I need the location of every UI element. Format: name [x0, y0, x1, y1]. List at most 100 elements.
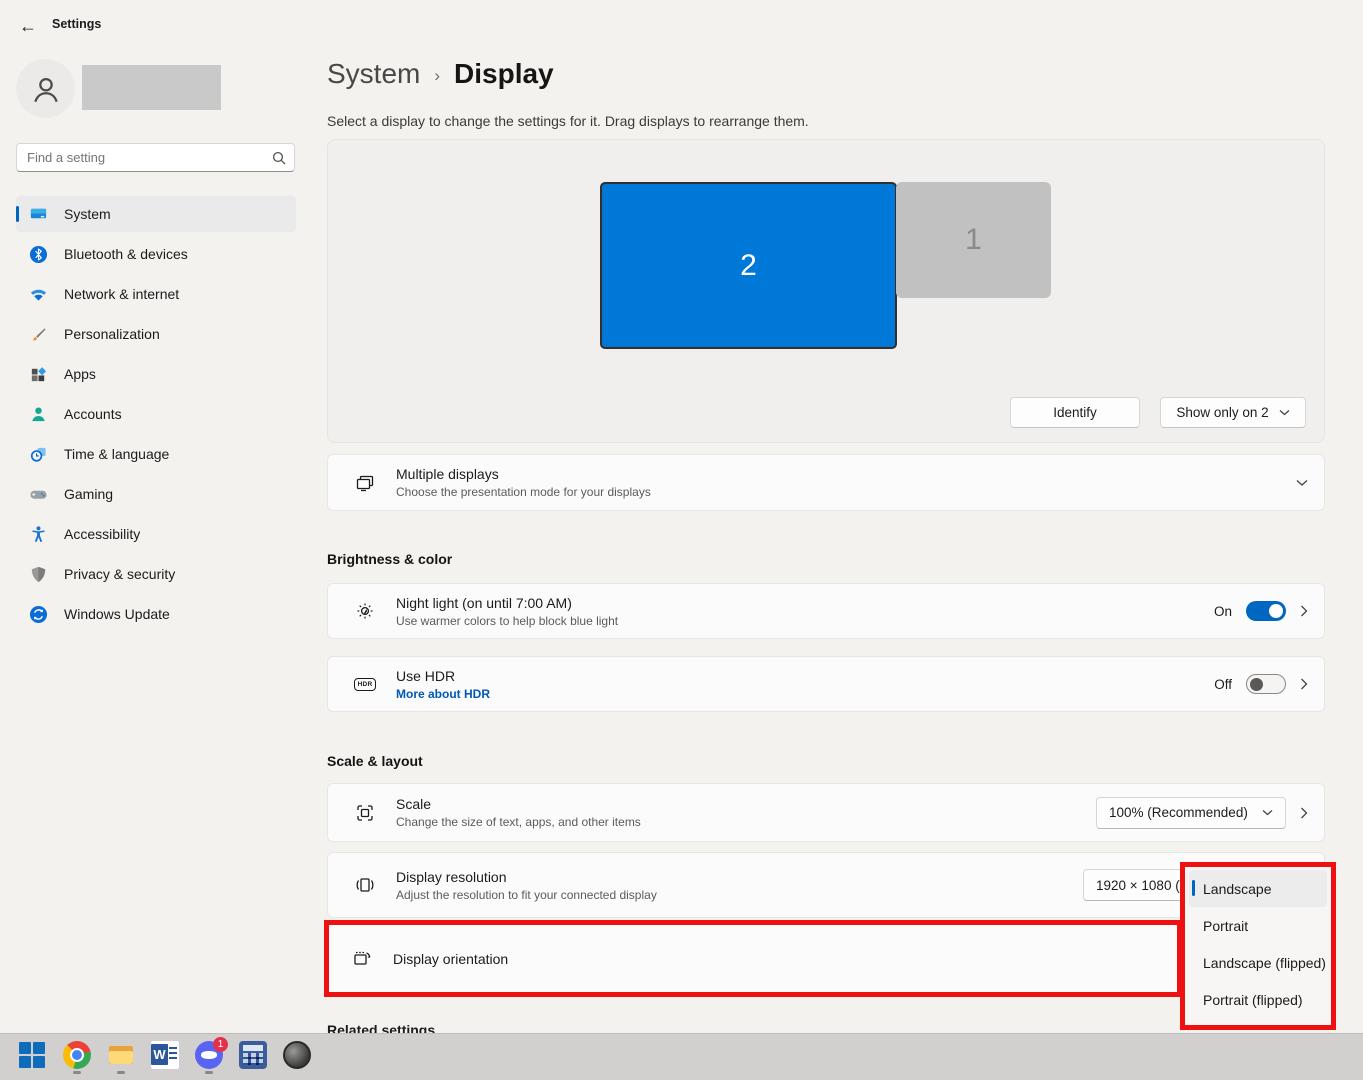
- wifi-icon: [28, 284, 48, 304]
- taskbar-world-of-tanks[interactable]: [282, 1040, 312, 1074]
- hdr-toggle[interactable]: [1246, 674, 1286, 694]
- avatar[interactable]: [16, 59, 75, 118]
- discord-icon: 1: [195, 1041, 223, 1069]
- menu-item-landscape-flipped[interactable]: Landscape (flipped): [1189, 944, 1327, 981]
- start-button[interactable]: [18, 1040, 48, 1074]
- taskbar-discord[interactable]: 1: [194, 1040, 224, 1074]
- shield-icon: [28, 564, 48, 584]
- monitor-2[interactable]: 2: [600, 182, 897, 349]
- hdr-state: Off: [1214, 677, 1232, 692]
- scale-row[interactable]: Scale Change the size of text, apps, and…: [327, 783, 1325, 842]
- update-icon: [28, 604, 48, 624]
- sidebar-item-label: Gaming: [64, 486, 113, 502]
- app-title: Settings: [52, 17, 101, 31]
- night-light-icon: [354, 600, 376, 622]
- more-about-hdr-link[interactable]: More about HDR: [396, 687, 1214, 701]
- sidebar-item-network[interactable]: Network & internet: [16, 276, 296, 312]
- world-of-tanks-icon: [283, 1041, 311, 1069]
- sidebar-item-bluetooth[interactable]: Bluetooth & devices: [16, 236, 296, 272]
- use-hdr-title: Use HDR: [396, 668, 1214, 684]
- taskbar-word[interactable]: [150, 1040, 180, 1074]
- system-icon: [28, 204, 48, 224]
- menu-item-landscape[interactable]: Landscape: [1189, 870, 1327, 907]
- word-icon: [151, 1041, 179, 1069]
- chevron-right-icon[interactable]: [1300, 678, 1308, 690]
- running-indicator: [117, 1071, 125, 1074]
- sidebar-item-privacy[interactable]: Privacy & security: [16, 556, 296, 592]
- sidebar-item-label: System: [64, 206, 111, 222]
- scale-title: Scale: [396, 796, 1096, 812]
- scale-dropdown[interactable]: 100% (Recommended): [1096, 797, 1286, 829]
- chevron-down-icon: [1279, 409, 1290, 416]
- sidebar-item-apps[interactable]: Apps: [16, 356, 296, 392]
- multiple-displays-title: Multiple displays: [396, 466, 1296, 482]
- sidebar-item-gaming[interactable]: Gaming: [16, 476, 296, 512]
- search-icon: [272, 151, 286, 165]
- taskbar-calculator[interactable]: [238, 1040, 268, 1074]
- bluetooth-icon: [28, 244, 48, 264]
- display-orientation-icon: [351, 948, 373, 970]
- display-resolution-icon: [354, 874, 376, 896]
- menu-item-portrait-flipped[interactable]: Portrait (flipped): [1189, 981, 1327, 1018]
- scale-icon: [354, 802, 376, 824]
- chrome-icon: [63, 1041, 91, 1069]
- display-arrangement-card: 2 1 Identify Show only on 2: [327, 139, 1325, 443]
- menu-item-portrait[interactable]: Portrait: [1189, 907, 1327, 944]
- gamepad-icon: [28, 484, 48, 504]
- username-redacted: [82, 65, 221, 110]
- sidebar-item-label: Personalization: [64, 326, 160, 342]
- section-brightness-color: Brightness & color: [327, 551, 452, 567]
- sidebar-nav: System Bluetooth & devices Network & int…: [16, 196, 296, 636]
- accounts-icon: [28, 404, 48, 424]
- sidebar-item-time-language[interactable]: Time & language: [16, 436, 296, 472]
- chevron-down-icon[interactable]: [1296, 479, 1308, 487]
- multiple-displays-subtitle: Choose the presentation mode for your di…: [396, 485, 1296, 499]
- page-title: Display: [454, 58, 554, 90]
- search-input[interactable]: [17, 150, 272, 165]
- sidebar-item-label: Apps: [64, 366, 96, 382]
- brush-icon: [28, 324, 48, 344]
- chevron-down-icon: [1262, 809, 1273, 816]
- accessibility-icon: [28, 524, 48, 544]
- sidebar-item-label: Accessibility: [64, 526, 140, 542]
- night-light-title: Night light (on until 7:00 AM): [396, 595, 1214, 611]
- sidebar-item-personalization[interactable]: Personalization: [16, 316, 296, 352]
- sidebar-item-windows-update[interactable]: Windows Update: [16, 596, 296, 632]
- orientation-menu-annotated: Landscape Portrait Landscape (flipped) P…: [1180, 862, 1336, 1030]
- sidebar-item-label: Network & internet: [64, 286, 179, 302]
- show-only-label: Show only on 2: [1176, 405, 1268, 420]
- sidebar-item-label: Accounts: [64, 406, 122, 422]
- sidebar-item-label: Time & language: [64, 446, 169, 462]
- sidebar-item-accounts[interactable]: Accounts: [16, 396, 296, 432]
- multiple-displays-icon: [354, 472, 376, 494]
- person-icon: [29, 72, 63, 106]
- taskbar: 1: [0, 1033, 1363, 1080]
- breadcrumb: System › Display: [327, 58, 554, 90]
- chevron-right-icon[interactable]: [1300, 605, 1308, 617]
- taskbar-chrome[interactable]: [62, 1040, 92, 1074]
- page-subtitle: Select a display to change the settings …: [327, 113, 809, 129]
- display-orientation-row-annotated[interactable]: Display orientation: [324, 920, 1182, 997]
- sidebar-item-accessibility[interactable]: Accessibility: [16, 516, 296, 552]
- sidebar-item-system[interactable]: System: [16, 196, 296, 232]
- hdr-icon: HDR: [354, 673, 376, 695]
- search-box[interactable]: [16, 143, 295, 172]
- clock-icon: [28, 444, 48, 464]
- chevron-right-icon[interactable]: [1300, 807, 1308, 819]
- night-light-toggle[interactable]: [1246, 601, 1286, 621]
- multiple-displays-row[interactable]: Multiple displays Choose the presentatio…: [327, 454, 1325, 511]
- settings-window: ← Settings System Bluetooth & devices: [0, 0, 1363, 1080]
- scale-value: 100% (Recommended): [1109, 805, 1248, 820]
- show-only-dropdown[interactable]: Show only on 2: [1160, 397, 1306, 428]
- identify-button[interactable]: Identify: [1010, 397, 1140, 428]
- taskbar-file-explorer[interactable]: [106, 1040, 136, 1074]
- breadcrumb-separator-icon: ›: [434, 62, 440, 86]
- file-explorer-icon: [107, 1041, 135, 1069]
- calculator-icon: [239, 1041, 267, 1069]
- night-light-row[interactable]: Night light (on until 7:00 AM) Use warme…: [327, 583, 1325, 639]
- windows-start-icon: [18, 1041, 48, 1071]
- breadcrumb-system[interactable]: System: [327, 58, 420, 90]
- monitor-1[interactable]: 1: [896, 182, 1051, 298]
- back-button[interactable]: ←: [14, 12, 42, 40]
- use-hdr-row[interactable]: HDR Use HDR More about HDR Off: [327, 656, 1325, 712]
